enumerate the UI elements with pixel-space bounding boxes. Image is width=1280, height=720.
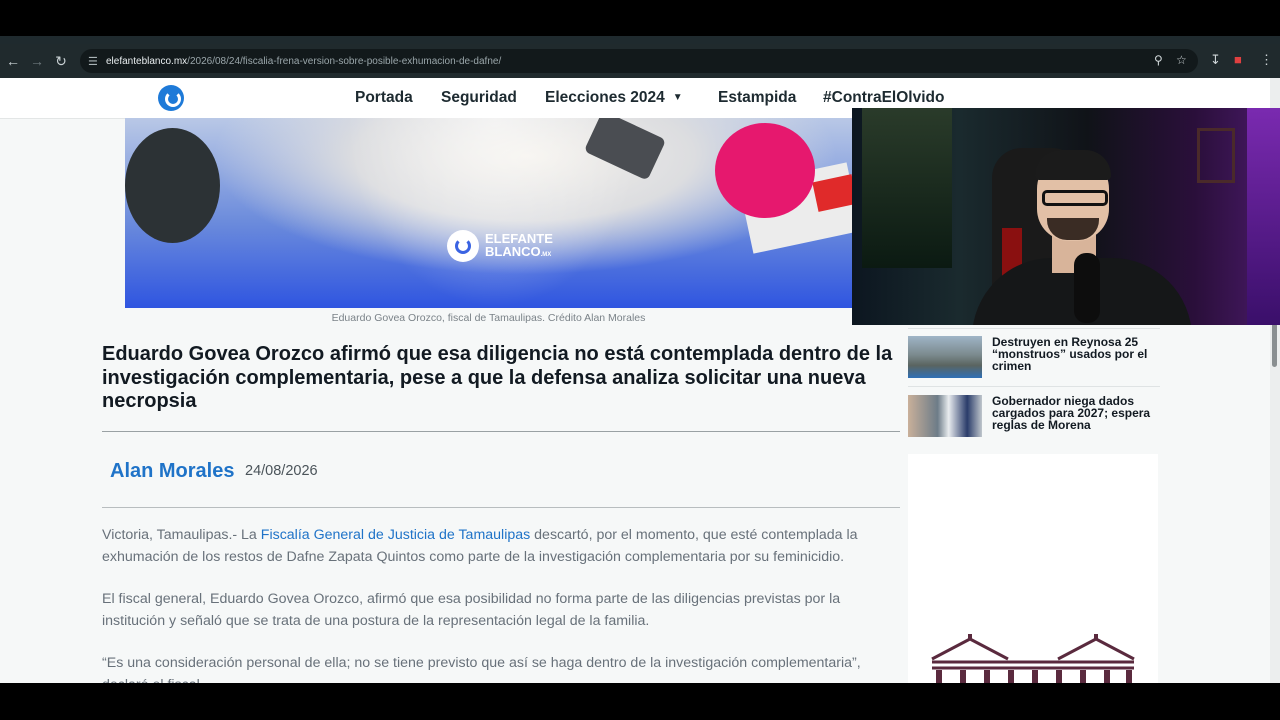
advertisement-banner[interactable] bbox=[908, 454, 1158, 683]
screen-top-letterbox bbox=[0, 0, 1280, 38]
zoom-icon[interactable]: ⚲ bbox=[1154, 53, 1163, 67]
download-icon[interactable]: ↧ bbox=[1210, 52, 1221, 68]
news-thumbnail bbox=[908, 395, 982, 437]
streamer-glasses bbox=[1042, 190, 1108, 206]
microphone-image bbox=[125, 128, 220, 243]
watermark-logo-icon bbox=[447, 230, 479, 262]
forward-icon[interactable]: → bbox=[26, 50, 48, 72]
nav-item-contraelolvido[interactable]: #ContraElOlvido bbox=[823, 89, 944, 107]
article-paragraph-3: “Es una consideración personal de ella; … bbox=[102, 655, 861, 683]
article-paragraph-2: El fiscal general, Eduardo Govea Orozco,… bbox=[102, 591, 841, 629]
browser-menu-icon[interactable]: ⋮ bbox=[1260, 52, 1273, 68]
sidebar-divider bbox=[908, 386, 1160, 387]
hero-watermark: ELEFANTE BLANCO.MX bbox=[485, 232, 553, 262]
sidebar-divider bbox=[908, 328, 1160, 329]
site-info-icon[interactable]: ☰ bbox=[88, 55, 102, 68]
building-illustration bbox=[931, 634, 1135, 683]
streamer-bandana bbox=[1035, 150, 1111, 180]
nav-item-elecciones-label: Elecciones 2024 bbox=[545, 89, 665, 106]
url-host: elefanteblanco.mx bbox=[106, 55, 188, 67]
webcam-background-shelf bbox=[862, 108, 952, 268]
news-title[interactable]: Gobernador niega dados cargados para 202… bbox=[992, 395, 1160, 431]
publish-date: 24/08/2026 bbox=[245, 463, 318, 479]
news-title[interactable]: Destruyen en Reynosa 25 “monstruos” usad… bbox=[992, 336, 1160, 372]
nav-item-elecciones[interactable]: Elecciones 2024 ▼ bbox=[545, 89, 683, 107]
author-link[interactable]: Alan Morales bbox=[110, 460, 234, 483]
image-caption: Eduardo Govea Orozco, fiscal de Tamaulip… bbox=[331, 312, 646, 324]
podcast-microphone bbox=[1074, 253, 1100, 323]
p1-text-before: Victoria, Tamaulipas.- La bbox=[102, 527, 261, 543]
caret-down-icon: ▼ bbox=[672, 92, 683, 103]
article-hero-image: ELEFANTE BLANCO.MX bbox=[125, 118, 852, 308]
extension-icon[interactable]: ■ bbox=[1234, 52, 1242, 67]
news-thumbnail bbox=[908, 336, 982, 378]
browser-tab-strip bbox=[0, 36, 1280, 44]
fiscalia-link[interactable]: Fiscalía General de Justicia de Tamaulip… bbox=[261, 527, 530, 543]
watermark-line2-text: BLANCO bbox=[485, 244, 541, 259]
article-paragraph-1: Victoria, Tamaulipas.- La Fiscalía Gener… bbox=[102, 525, 872, 568]
back-icon[interactable]: ← bbox=[2, 50, 24, 72]
article-subheadline: Eduardo Govea Orozco afirmó que esa dili… bbox=[102, 343, 893, 412]
elefante-logo-icon[interactable] bbox=[158, 85, 184, 111]
watermark-suffix: .MX bbox=[540, 252, 552, 258]
divider bbox=[102, 431, 900, 432]
sidebar-news-item[interactable]: Gobernador niega dados cargados para 202… bbox=[908, 395, 1160, 441]
scrollbar-thumb[interactable] bbox=[1272, 323, 1277, 367]
streamer-webcam-overlay bbox=[852, 108, 1280, 325]
reload-icon[interactable]: ↻ bbox=[50, 50, 72, 72]
watermark-line2: BLANCO.MX bbox=[485, 245, 553, 262]
address-bar[interactable]: ☰ elefanteblanco.mx/2026/08/24/fiscalia-… bbox=[80, 49, 1198, 73]
divider bbox=[102, 507, 900, 508]
pink-microphone-image bbox=[715, 123, 815, 218]
nav-item-seguridad[interactable]: Seguridad bbox=[441, 89, 517, 107]
nav-item-estampida[interactable]: Estampida bbox=[718, 89, 796, 107]
webcam-neon-light bbox=[1247, 108, 1280, 325]
sidebar-news-item[interactable]: Destruyen en Reynosa 25 “monstruos” usad… bbox=[908, 336, 1160, 382]
bookmark-star-icon[interactable]: ☆ bbox=[1176, 53, 1187, 67]
nav-item-portada[interactable]: Portada bbox=[355, 89, 413, 107]
browser-toolbar: ← → ↻ ☰ elefanteblanco.mx/2026/08/24/fis… bbox=[0, 44, 1280, 78]
webcam-background-frame bbox=[1197, 128, 1235, 183]
url-path: /2026/08/24/fiscalia-frena-version-sobre… bbox=[187, 55, 502, 67]
screen-bottom-letterbox bbox=[0, 683, 1280, 720]
